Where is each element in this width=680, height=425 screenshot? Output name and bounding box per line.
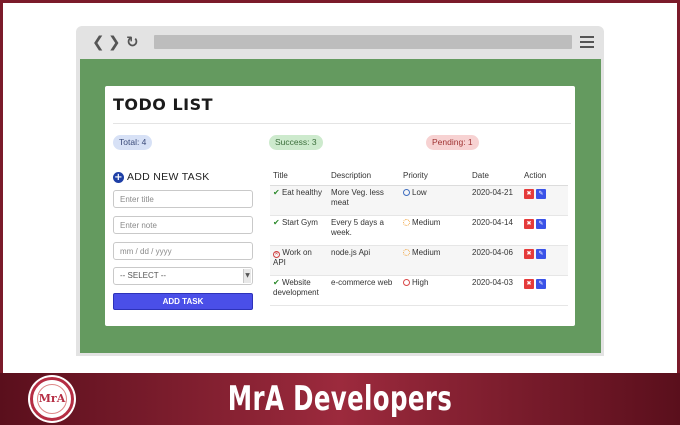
table-row: ✔ Start Gym Every 5 days a week. Medium 202…	[270, 215, 568, 246]
task-title-cell: ✔ Eat healthy	[270, 185, 328, 216]
header-action: Action	[521, 166, 568, 186]
x-circle-icon: ✕	[273, 250, 280, 258]
trash-icon[interactable]: ✖	[524, 188, 534, 199]
divider	[113, 123, 571, 124]
task-priority: Medium	[412, 217, 441, 227]
title-input[interactable]	[113, 190, 253, 208]
logo-text: MrA	[37, 384, 67, 414]
task-priority: High	[412, 277, 429, 287]
task-title-cell: ✔ Website development	[270, 275, 328, 306]
plus-circle-icon: +	[113, 171, 124, 183]
success-badge: Success: 3	[269, 135, 323, 150]
task-title: Start Gym	[281, 217, 318, 227]
header-date: Date	[469, 166, 521, 186]
header-priority: Priority	[400, 166, 469, 186]
task-table-body: ✔ Eat healthy More Veg. less meat Low 2020-…	[270, 185, 568, 306]
trash-icon[interactable]: ✖	[524, 278, 534, 289]
task-actions: ✖ ✎	[521, 275, 568, 306]
trash-icon[interactable]: ✖	[524, 218, 534, 229]
chevron-down-icon: ▼	[243, 269, 251, 283]
table-row: ✕ Work on API node.js Api Medium 2020-04-06…	[270, 245, 568, 276]
task-actions: ✖ ✎	[521, 185, 568, 216]
add-task-heading-label: ADD NEW TASK	[127, 171, 210, 183]
trash-icon[interactable]: ✖	[524, 248, 534, 259]
priority-low-icon	[403, 188, 410, 196]
check-icon: ✔	[273, 217, 280, 227]
priority-select[interactable]: -- SELECT -- ▼	[113, 267, 253, 285]
task-description: Every 5 days a week.	[328, 215, 400, 246]
brand-logo: MrA	[30, 377, 74, 421]
table-header-row: Title Description Priority Date Action	[270, 166, 568, 186]
reload-icon[interactable]: ↻	[126, 34, 139, 50]
task-description: node.js Api	[328, 245, 400, 276]
priority-medium-icon	[403, 218, 410, 226]
task-actions: ✖ ✎	[521, 215, 568, 246]
task-title-cell: ✕ Work on API	[270, 245, 328, 276]
check-icon: ✔	[273, 277, 280, 287]
edit-icon[interactable]: ✎	[536, 218, 546, 229]
task-priority-cell: Medium	[400, 215, 469, 246]
note-input[interactable]	[113, 216, 253, 234]
check-icon: ✔	[273, 187, 280, 197]
task-priority-cell: High	[400, 275, 469, 306]
header-title: Title	[270, 166, 328, 186]
task-date: 2020-04-06	[469, 245, 521, 276]
priority-medium-icon	[403, 248, 410, 256]
pending-badge: Pending: 1	[426, 135, 479, 150]
date-input[interactable]	[113, 242, 253, 260]
hamburger-menu-icon[interactable]	[580, 36, 594, 48]
task-priority: Medium	[412, 247, 441, 257]
task-priority-cell: Medium	[400, 245, 469, 276]
edit-icon[interactable]: ✎	[536, 248, 546, 259]
task-actions: ✖ ✎	[521, 245, 568, 276]
priority-high-icon	[403, 278, 410, 286]
task-description: e-commerce web	[328, 275, 400, 306]
task-table: Title Description Priority Date Action ✔…	[270, 166, 568, 306]
footer-banner: MrA Developers MrA	[0, 373, 680, 425]
address-bar[interactable]	[154, 35, 572, 49]
task-priority-cell: Low	[400, 185, 469, 216]
browser-toolbar: ❮ ❯ ↻	[76, 26, 604, 59]
task-title: Website development	[273, 277, 319, 297]
table-row: ✔ Eat healthy More Veg. less meat Low 2020-…	[270, 185, 568, 216]
task-title-cell: ✔ Start Gym	[270, 215, 328, 246]
task-date: 2020-04-03	[469, 275, 521, 306]
task-date: 2020-04-14	[469, 215, 521, 246]
page-title: TODO LIST	[113, 95, 214, 114]
edit-icon[interactable]: ✎	[536, 188, 546, 199]
priority-select-value: -- SELECT --	[120, 271, 167, 280]
brand-name: MrA Developers	[227, 379, 453, 419]
table-row: ✔ Website development e-commerce web High 2…	[270, 275, 568, 306]
edit-icon[interactable]: ✎	[536, 278, 546, 289]
forward-icon[interactable]: ❯	[108, 34, 121, 50]
total-badge: Total: 4	[113, 135, 153, 150]
task-title: Work on API	[273, 247, 312, 267]
task-priority: Low	[412, 187, 427, 197]
back-icon[interactable]: ❮	[92, 34, 105, 50]
add-task-button[interactable]: ADD TASK	[113, 293, 253, 310]
task-date: 2020-04-21	[469, 185, 521, 216]
header-description: Description	[328, 166, 400, 186]
task-title: Eat healthy	[281, 187, 322, 197]
add-task-heading: + ADD NEW TASK	[113, 171, 210, 183]
task-description: More Veg. less meat	[328, 185, 400, 216]
